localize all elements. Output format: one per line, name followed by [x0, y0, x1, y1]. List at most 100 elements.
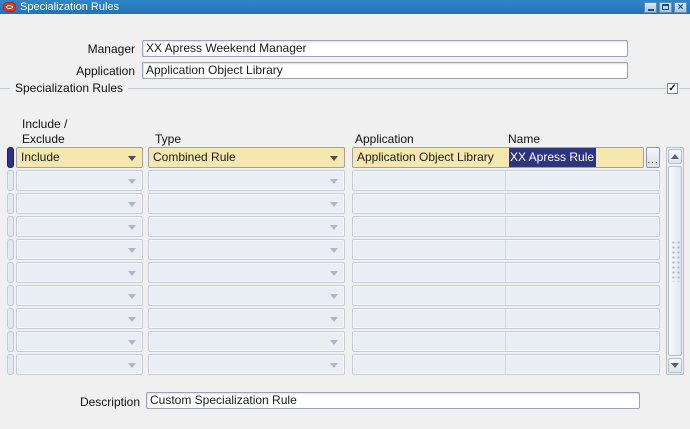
table-row [7, 170, 660, 191]
include-exclude-select[interactable] [16, 331, 143, 352]
chevron-down-icon [330, 271, 338, 276]
record-selector[interactable] [7, 216, 14, 237]
table-row [7, 285, 660, 306]
application-cell[interactable] [353, 355, 505, 374]
oracle-logo-icon [3, 2, 16, 12]
description-field[interactable]: Custom Specialization Rule [146, 392, 640, 409]
type-select[interactable] [148, 193, 345, 214]
application-cell[interactable]: Application Object Library [353, 148, 505, 167]
table-row [7, 354, 660, 375]
scroll-down-button[interactable] [668, 358, 682, 373]
chevron-down-icon [330, 202, 338, 207]
maximize-button[interactable] [659, 1, 672, 13]
table-row [7, 239, 660, 260]
application-name-group [352, 354, 660, 375]
name-cell[interactable] [505, 263, 659, 282]
scrollbar-thumb[interactable] [668, 166, 682, 356]
application-name-group [352, 170, 660, 191]
table-row [7, 193, 660, 214]
chevron-down-icon [128, 202, 136, 207]
include-exclude-select[interactable] [16, 285, 143, 306]
name-cell[interactable] [505, 332, 659, 351]
chevron-down-icon [128, 340, 136, 345]
name-cell[interactable] [505, 240, 659, 259]
include-exclude-select[interactable] [16, 354, 143, 375]
chevron-down-icon [330, 248, 338, 253]
type-select[interactable] [148, 170, 345, 191]
record-selector[interactable] [7, 285, 14, 306]
chevron-down-icon [128, 271, 136, 276]
type-select[interactable] [148, 262, 345, 283]
record-selector[interactable] [7, 170, 14, 191]
name-cell[interactable] [505, 355, 659, 374]
record-selector[interactable] [7, 262, 14, 283]
include-exclude-select[interactable] [16, 308, 143, 329]
name-cell[interactable] [505, 217, 659, 236]
cell-value: Include [21, 150, 60, 164]
record-selector[interactable] [7, 331, 14, 352]
name-cell[interactable]: XX Apress Rule [505, 148, 643, 167]
name-cell[interactable] [505, 309, 659, 328]
cell-value: Application Object Library [357, 150, 494, 164]
lov-ellipsis-button[interactable]: ... [646, 147, 660, 168]
type-select[interactable] [148, 285, 345, 306]
type-select[interactable] [148, 331, 345, 352]
application-cell[interactable] [353, 217, 505, 236]
include-exclude-select[interactable] [16, 170, 143, 191]
include-exclude-select[interactable] [16, 262, 143, 283]
chevron-down-icon [330, 317, 338, 322]
type-select[interactable] [148, 239, 345, 260]
application-name-group [352, 331, 660, 352]
triangle-up-icon [671, 154, 679, 159]
record-selector[interactable] [7, 147, 14, 168]
application-value: Application Object Library [146, 63, 283, 77]
chevron-down-icon [330, 225, 338, 230]
application-label: Application [76, 64, 135, 78]
type-select[interactable] [148, 308, 345, 329]
record-selector[interactable] [7, 308, 14, 329]
application-cell[interactable] [353, 171, 505, 190]
manager-field[interactable]: XX Apress Weekend Manager [142, 40, 628, 57]
type-select[interactable] [148, 354, 345, 375]
record-selector[interactable] [7, 193, 14, 214]
table-row [7, 331, 660, 352]
application-field[interactable]: Application Object Library [142, 62, 628, 79]
application-cell[interactable] [353, 286, 505, 305]
include-exclude-select[interactable] [16, 216, 143, 237]
name-cell[interactable] [505, 171, 659, 190]
scroll-up-button[interactable] [668, 149, 682, 164]
cell-value: Combined Rule [153, 150, 236, 164]
frame-title: Specialization Rules [10, 81, 129, 95]
name-cell[interactable] [505, 286, 659, 305]
frame-checkbox[interactable]: ✓ [666, 82, 679, 95]
type-select[interactable]: Combined Rule [148, 147, 345, 168]
column-header-application: Application [355, 132, 414, 146]
description-label: Description [79, 395, 140, 409]
thumb-grip-icon [670, 240, 680, 282]
chevron-down-icon [128, 225, 136, 230]
application-cell[interactable] [353, 309, 505, 328]
cell-value: XX Apress Rule [509, 148, 597, 167]
record-selector[interactable] [7, 239, 14, 260]
application-cell[interactable] [353, 332, 505, 351]
chevron-down-icon [128, 294, 136, 299]
description-value: Custom Specialization Rule [150, 393, 297, 407]
include-exclude-select[interactable] [16, 193, 143, 214]
application-name-group [352, 216, 660, 237]
column-header-include-exclude-line1: Include / [22, 117, 68, 131]
vertical-scrollbar[interactable] [666, 147, 684, 375]
application-cell[interactable] [353, 194, 505, 213]
table-row [7, 262, 660, 283]
include-exclude-select[interactable] [16, 239, 143, 260]
chevron-down-icon [128, 363, 136, 368]
include-exclude-select[interactable]: Include [16, 147, 143, 168]
scrollbar-track[interactable] [667, 165, 683, 357]
type-select[interactable] [148, 216, 345, 237]
name-cell[interactable] [505, 194, 659, 213]
minimize-button[interactable] [644, 1, 657, 13]
application-name-group [352, 285, 660, 306]
application-cell[interactable] [353, 240, 505, 259]
application-cell[interactable] [353, 263, 505, 282]
close-button[interactable]: × [674, 1, 687, 13]
record-selector[interactable] [7, 354, 14, 375]
